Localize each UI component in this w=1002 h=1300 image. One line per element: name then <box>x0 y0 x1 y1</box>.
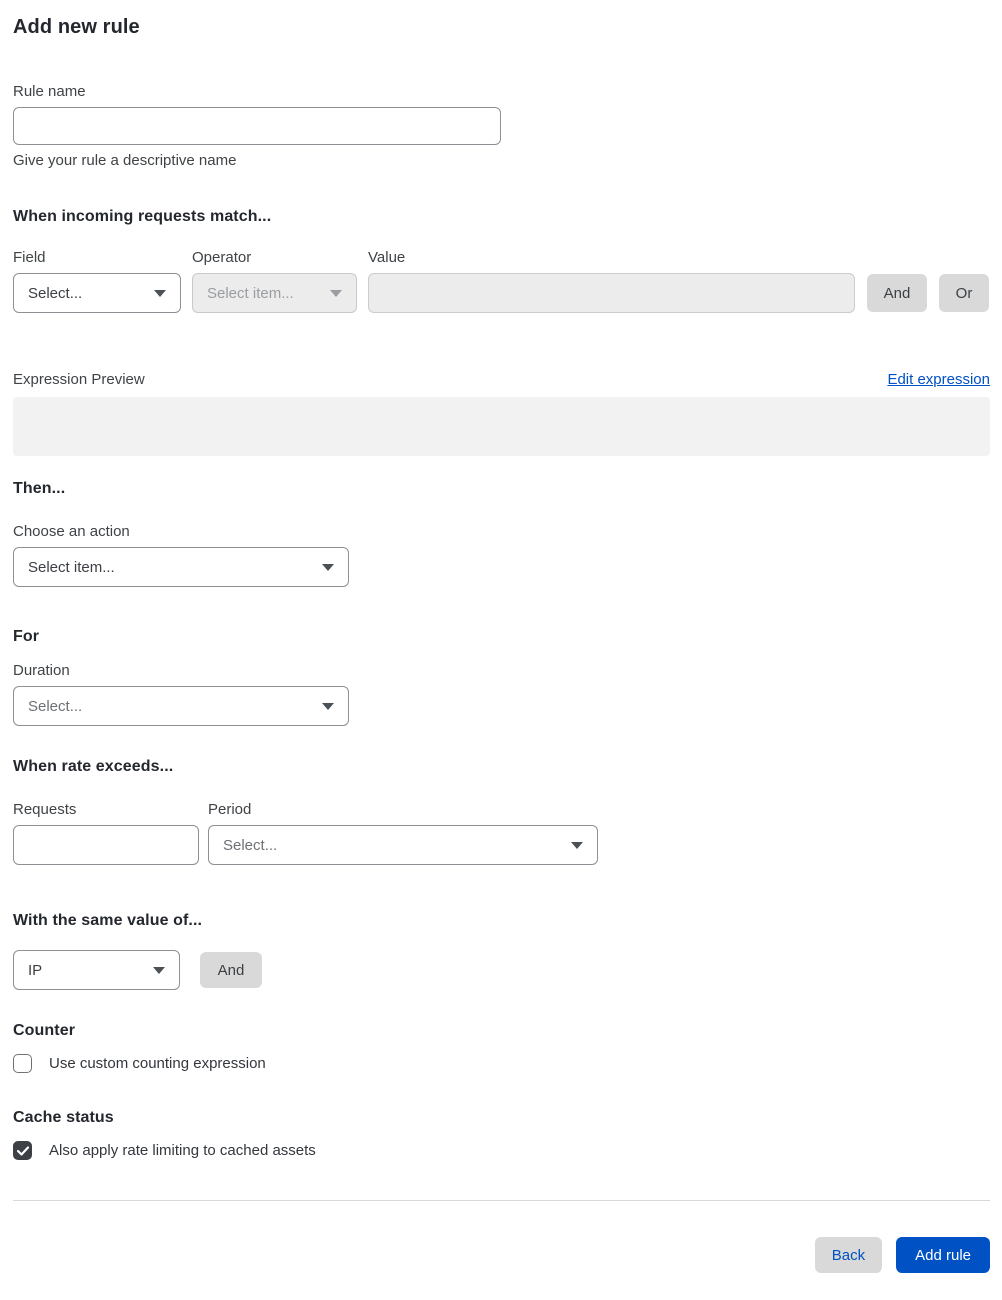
expression-preview-box <box>13 397 990 456</box>
chevron-down-icon <box>330 289 342 297</box>
match-builder-row: Field Select... Operator Select item... … <box>13 249 990 313</box>
rule-name-help: Give your rule a descriptive name <box>13 152 237 169</box>
period-select-value: Select... <box>223 836 278 854</box>
field-select[interactable]: Select... <box>13 273 181 313</box>
period-label: Period <box>208 801 252 818</box>
duration-select-value: Select... <box>28 697 83 715</box>
requests-label: Requests <box>13 801 77 818</box>
value-input <box>368 273 855 313</box>
operator-column: Operator Select item... <box>192 249 357 313</box>
page-title: Add new rule <box>13 16 140 38</box>
operator-label: Operator <box>192 249 252 266</box>
action-select-value: Select item... <box>28 558 115 576</box>
or-button[interactable]: Or <box>939 274 989 312</box>
expression-preview-label: Expression Preview <box>13 371 145 388</box>
rule-name-label: Rule name <box>13 83 86 100</box>
period-select[interactable]: Select... <box>208 825 598 865</box>
same-value-heading: With the same value of... <box>13 912 203 929</box>
custom-counting-label: Use custom counting expression <box>49 1055 266 1072</box>
same-value-and-button[interactable]: And <box>200 952 262 988</box>
requests-column: Requests <box>13 801 199 865</box>
value-label: Value <box>368 249 406 266</box>
chevron-down-icon <box>571 841 583 849</box>
chevron-down-icon <box>322 563 334 571</box>
add-rule-button[interactable]: Add rule <box>896 1237 990 1273</box>
field-column: Field Select... <box>13 249 181 313</box>
add-rule-form: Add new rule Rule name Give your rule a … <box>0 0 1002 1287</box>
chevron-down-icon <box>154 289 166 297</box>
rate-heading: When rate exceeds... <box>13 758 174 775</box>
cache-checkbox-row: Also apply rate limiting to cached asset… <box>13 1141 990 1160</box>
characteristic-select-value: IP <box>28 961 43 979</box>
duration-label: Duration <box>13 662 70 679</box>
expression-preview-row: Expression Preview Edit expression <box>13 371 990 388</box>
rate-row: Requests Period Select... <box>13 801 990 865</box>
check-icon <box>16 1145 29 1156</box>
operator-select-value: Select item... <box>207 284 294 302</box>
cache-heading: Cache status <box>13 1109 114 1126</box>
cached-assets-checkbox[interactable] <box>13 1141 32 1160</box>
cached-assets-label: Also apply rate limiting to cached asset… <box>49 1142 316 1159</box>
match-heading: When incoming requests match... <box>13 208 272 225</box>
edit-expression-link[interactable]: Edit expression <box>887 371 990 388</box>
operator-select: Select item... <box>192 273 357 313</box>
same-value-row: IP And <box>13 950 990 990</box>
duration-select[interactable]: Select... <box>13 686 349 726</box>
then-heading: Then... <box>13 480 66 497</box>
characteristic-select[interactable]: IP <box>13 950 180 990</box>
chevron-down-icon <box>153 966 165 974</box>
field-label: Field <box>13 249 46 266</box>
period-column: Period Select... <box>208 801 598 865</box>
counter-heading: Counter <box>13 1022 76 1039</box>
requests-input[interactable] <box>13 825 199 865</box>
rule-name-input[interactable] <box>13 107 501 145</box>
footer-actions: Back Add rule <box>13 1201 990 1273</box>
value-column: Value <box>368 249 855 313</box>
chevron-down-icon <box>322 702 334 710</box>
field-select-value: Select... <box>28 284 83 302</box>
action-select[interactable]: Select item... <box>13 547 349 587</box>
counter-checkbox-row: Use custom counting expression <box>13 1054 990 1073</box>
for-heading: For <box>13 628 40 645</box>
back-button[interactable]: Back <box>814 1237 883 1273</box>
and-button[interactable]: And <box>867 274 927 312</box>
custom-counting-checkbox[interactable] <box>13 1054 32 1073</box>
action-label: Choose an action <box>13 523 130 540</box>
